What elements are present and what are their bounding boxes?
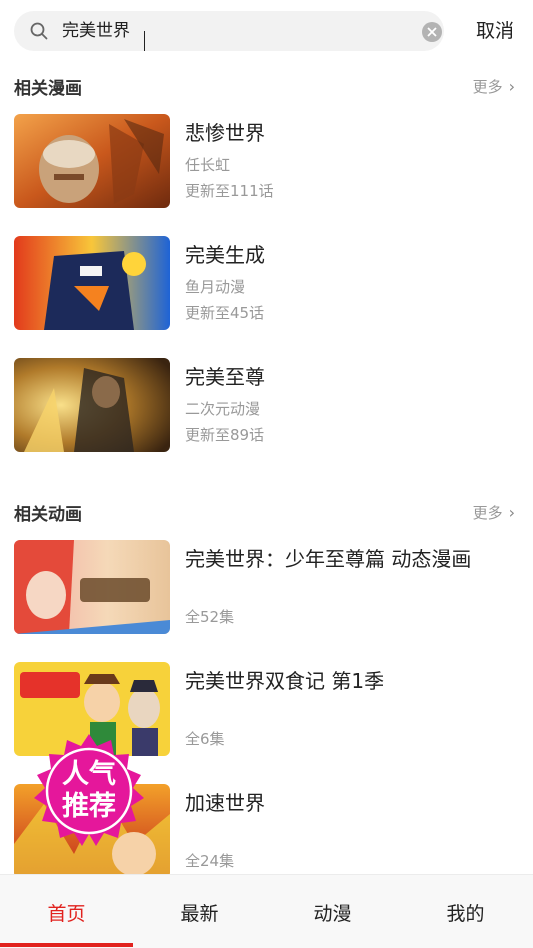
comic-progress: 更新至89话	[185, 426, 265, 444]
chevron-right-icon: ›	[508, 77, 515, 96]
comic-item[interactable]: 完美至尊 二次元动漫 更新至89话	[14, 358, 519, 454]
anime-episodes: 全52集	[185, 608, 235, 626]
comic-author: 二次元动漫	[185, 400, 261, 418]
anime-section-header: 相关动画 更多 ›	[14, 500, 519, 526]
search-box[interactable]	[14, 11, 444, 51]
tab-home[interactable]: 首页	[0, 899, 133, 926]
anime-episodes: 全6集	[185, 730, 225, 748]
promo-line2: 推荐	[62, 791, 116, 822]
more-comics-link[interactable]: 更多 ›	[473, 76, 515, 97]
anime-episodes: 全24集	[185, 852, 235, 870]
comic-title: 完美生成	[185, 243, 265, 267]
comic-item[interactable]: 悲惨世界 任长虹 更新至111话	[14, 114, 519, 210]
comic-progress: 更新至45话	[185, 304, 265, 322]
search-input[interactable]	[62, 11, 402, 51]
anime-cover	[14, 540, 170, 634]
comics-section-header: 相关漫画 更多 ›	[14, 74, 519, 100]
section-title: 相关漫画	[14, 79, 82, 99]
more-anime-link[interactable]: 更多 ›	[473, 502, 515, 523]
bottom-nav: 首页 最新 动漫 我的	[0, 874, 533, 948]
clear-icon[interactable]	[422, 22, 442, 42]
tab-anime[interactable]: 动漫	[266, 899, 399, 926]
anime-title: 完美世界双食记 第1季	[185, 669, 385, 693]
chevron-right-icon: ›	[508, 503, 515, 522]
promo-badge[interactable]: 人气 推荐	[30, 732, 148, 850]
comic-cover	[14, 114, 170, 208]
comic-cover	[14, 358, 170, 452]
text-caret	[144, 31, 145, 51]
search-icon	[30, 22, 48, 40]
active-tab-indicator	[0, 943, 133, 947]
tab-latest[interactable]: 最新	[133, 899, 266, 926]
comic-progress: 更新至111话	[185, 182, 274, 200]
tab-mine[interactable]: 我的	[399, 899, 532, 926]
comic-author: 任长虹	[185, 156, 231, 174]
anime-title: 加速世界	[185, 791, 265, 815]
section-title: 相关动画	[14, 505, 82, 525]
search-header: 取消	[0, 0, 533, 62]
comic-author: 鱼月动漫	[185, 278, 246, 296]
comic-title: 完美至尊	[185, 365, 265, 389]
anime-item[interactable]: 完美世界：少年至尊篇 动态漫画 全52集	[14, 540, 519, 636]
comic-cover	[14, 236, 170, 330]
comic-title: 悲惨世界	[185, 121, 265, 145]
anime-title: 完美世界：少年至尊篇 动态漫画	[185, 547, 472, 571]
comic-item[interactable]: 完美生成 鱼月动漫 更新至45话	[14, 236, 519, 332]
cancel-button[interactable]: 取消	[476, 16, 514, 43]
